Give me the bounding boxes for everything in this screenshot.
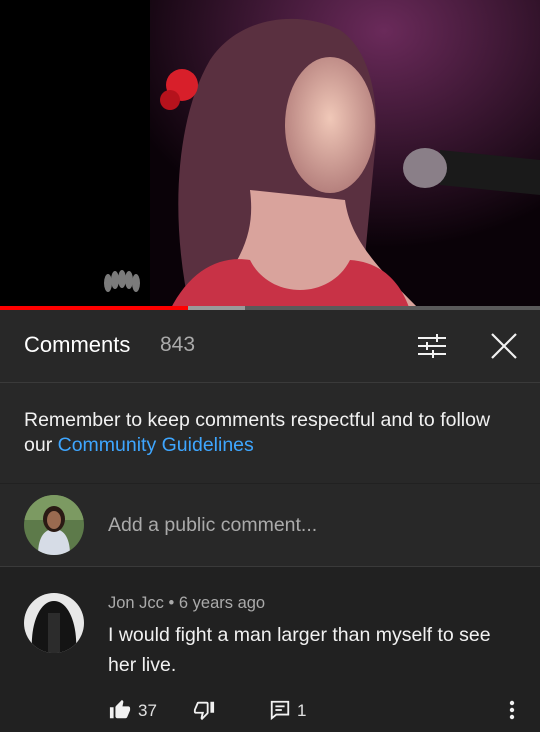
- user-avatar: [24, 495, 84, 555]
- video-player[interactable]: [0, 0, 540, 310]
- sort-sliders-icon: [418, 334, 446, 358]
- comment-text: I would fight a man larger than myself t…: [108, 624, 491, 676]
- comment-meta: Jon Jcc • 6 years ago: [108, 594, 266, 612]
- comment-author[interactable]: Jon Jcc: [108, 594, 164, 612]
- comment-actions: 37 1: [0, 695, 540, 727]
- notice-text: Remember to keep comments respectful and…: [24, 408, 514, 458]
- comment-item: Jon Jcc • 6 years ago I would fight a ma…: [0, 567, 540, 732]
- comment-time: 6 years ago: [178, 594, 266, 612]
- commenter-avatar[interactable]: [24, 593, 84, 653]
- reply-button[interactable]: [268, 697, 292, 723]
- thumbs-down-icon: [193, 701, 215, 721]
- dislike-button[interactable]: [192, 697, 216, 723]
- add-comment-row[interactable]: Add a public comment...: [0, 484, 540, 567]
- comments-count: 843: [160, 333, 196, 356]
- more-vert-icon: [509, 700, 515, 720]
- close-icon: [491, 333, 517, 359]
- comment-more-button[interactable]: [502, 697, 522, 723]
- thumbs-up-icon: [109, 699, 131, 719]
- comments-header: Comments 843: [0, 310, 540, 383]
- reply-icon: [270, 700, 290, 721]
- close-comments-button[interactable]: [486, 328, 522, 364]
- comments-title: Comments: [24, 332, 131, 357]
- like-button[interactable]: [108, 697, 132, 723]
- sort-comments-button[interactable]: [410, 328, 454, 364]
- community-guidelines-link[interactable]: Community Guidelines: [58, 434, 254, 456]
- community-notice: Remember to keep comments respectful and…: [0, 383, 540, 483]
- reply-count: 1: [297, 701, 307, 720]
- like-count: 37: [138, 701, 157, 720]
- video-frame: [0, 0, 540, 310]
- add-comment-input[interactable]: Add a public comment...: [108, 514, 317, 537]
